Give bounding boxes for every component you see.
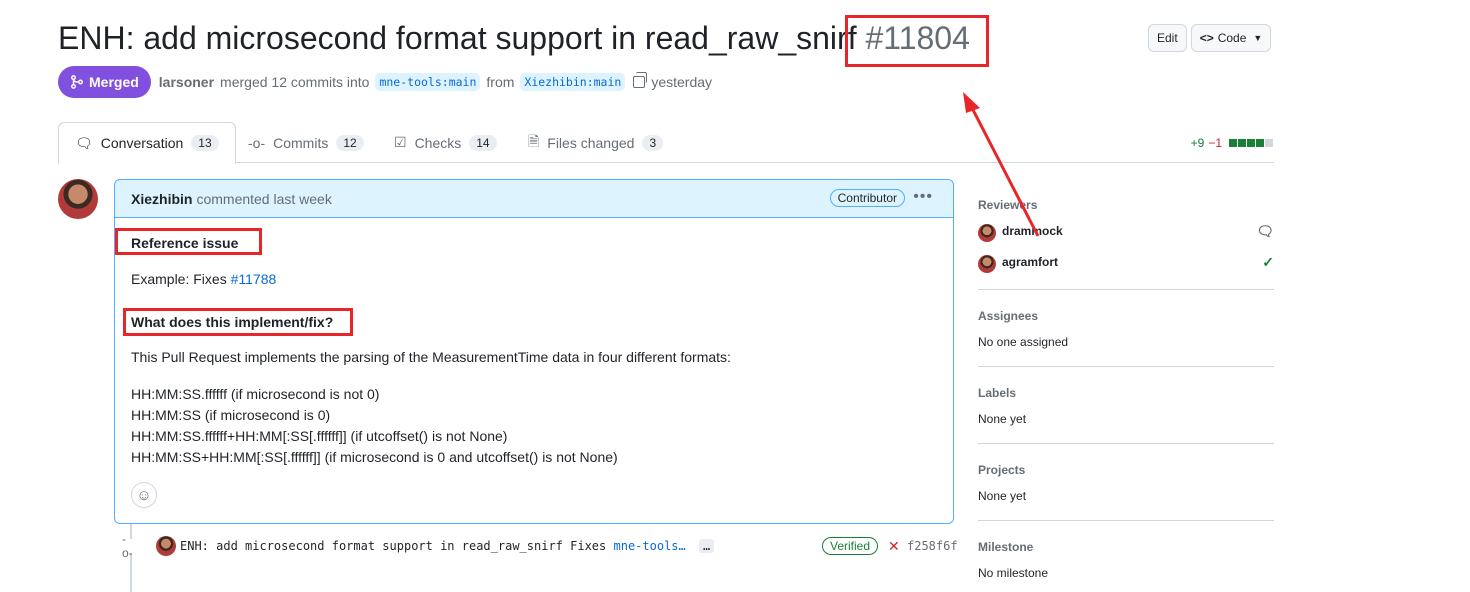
reviewer-row: drammock 🗨 [978, 222, 1274, 242]
comment-meta[interactable]: commented last week [196, 191, 331, 207]
pr-tabs: 🗨 Conversation 13 -o- Commits 12 ☑ Check… [58, 122, 1274, 164]
base-branch[interactable]: mne-tools:main [375, 73, 481, 91]
header-actions: Edit <> Code ▼ [1148, 24, 1272, 52]
reviewer-name[interactable]: drammock [1002, 224, 1063, 238]
tab-conversation-count: 13 [191, 135, 219, 151]
commit-message-text[interactable]: ENH: add microsecond format support in r… [180, 539, 606, 553]
comment-discussion-icon: 🗨 [75, 134, 93, 151]
annotation-box-pr-number [845, 15, 989, 67]
pr-title: ENH: add microsecond format support in r… [58, 20, 970, 57]
assignees-title[interactable]: Assignees [978, 309, 1274, 323]
code-icon: <> [1199, 31, 1214, 45]
sidebar-divider [978, 520, 1274, 521]
merge-time: yesterday [651, 74, 713, 90]
merged-badge: Merged [58, 66, 151, 98]
labels-title[interactable]: Labels [978, 386, 1274, 400]
format-line: HH:MM:SS+HH:MM[:SS[.ffffff]] (if microse… [131, 449, 618, 465]
labels-value: None yet [978, 412, 1027, 426]
tab-conversation-label: Conversation [100, 135, 184, 151]
merge-action: merged 12 commits into [220, 74, 370, 90]
annotation-box-implement [123, 308, 353, 336]
annotation-box-reference [115, 228, 262, 255]
commit-author-avatar[interactable] [156, 536, 176, 556]
tab-commits[interactable]: -o- Commits 12 [248, 122, 364, 163]
checklist-icon: ☑ [394, 134, 407, 150]
reviewer-avatar[interactable] [978, 224, 996, 242]
pr-title-text: ENH: add microsecond format support in r… [58, 20, 857, 56]
sidebar-divider [978, 443, 1274, 444]
tab-files-changed[interactable]: 🗎 Files changed 3 [528, 122, 664, 163]
from-text: from [486, 74, 515, 90]
pr-meta: Merged larsoner merged 12 commits into m… [58, 66, 712, 98]
commit-message-link[interactable]: mne-tools… [614, 539, 686, 553]
check-icon: ✓ [1262, 253, 1274, 270]
tab-conversation[interactable]: 🗨 Conversation 13 [58, 122, 236, 164]
tab-files-count: 3 [642, 134, 664, 151]
head-branch[interactable]: Xiezhibin:main [520, 73, 626, 91]
edit-button[interactable]: Edit [1148, 24, 1187, 52]
diffstat-bar [1229, 136, 1274, 150]
expand-commit-button[interactable]: … [698, 539, 715, 553]
example-prefix: Example: Fixes [131, 271, 227, 287]
tab-commits-count: 12 [336, 134, 364, 151]
diffstat-additions: +9 [1190, 136, 1205, 150]
assignees-value: No one assigned [978, 335, 1069, 349]
code-button-label: Code [1217, 31, 1247, 45]
comment-author[interactable]: Xiezhibin [131, 191, 192, 207]
diffstat-deletions: −1 [1208, 136, 1222, 150]
edit-button-label: Edit [1157, 31, 1178, 45]
reviewer-name[interactable]: agramfort [1002, 255, 1058, 269]
comment-header: Xiezhibin commented last week [115, 180, 953, 218]
comment-icon: 🗨 [1256, 222, 1274, 239]
diffstat: +9 −1 [1191, 136, 1274, 150]
kebab-horizontal-icon[interactable]: ••• [913, 188, 933, 206]
merge-icon [71, 75, 83, 89]
projects-value: None yet [978, 489, 1027, 503]
issue-link[interactable]: #11788 [231, 271, 277, 287]
verified-badge[interactable]: Verified [822, 537, 879, 555]
sidebar-divider [978, 366, 1274, 367]
reviewer-avatar[interactable] [978, 255, 996, 273]
merge-author[interactable]: larsoner [159, 74, 214, 90]
copy-icon[interactable] [633, 72, 648, 88]
sidebar-divider [978, 289, 1274, 290]
reviewers-title[interactable]: Reviewers [978, 198, 1274, 212]
milestone-title[interactable]: Milestone [978, 540, 1274, 554]
tab-files-label: Files changed [547, 134, 635, 151]
description-intro: This Pull Request implements the parsing… [131, 349, 731, 365]
reviewer-row: agramfort ✓ [978, 253, 1274, 273]
commit-row: -o- ENH: add microsecond format support … [122, 532, 958, 560]
merged-label: Merged [89, 74, 139, 90]
add-reaction-icon[interactable]: ☺ [131, 482, 157, 508]
tab-checks[interactable]: ☑ Checks 14 [394, 122, 497, 163]
x-icon[interactable]: ✕ [888, 538, 900, 555]
projects-title[interactable]: Projects [978, 463, 1274, 477]
format-line: HH:MM:SS.ffffff+HH:MM[:SS[.ffffff]] (if … [131, 428, 508, 444]
milestone-value: No milestone [978, 566, 1049, 580]
git-commit-icon: -o- [122, 532, 136, 560]
tab-checks-count: 14 [469, 134, 497, 151]
tab-checks-label: Checks [414, 134, 462, 151]
chevron-down-icon: ▼ [1253, 33, 1263, 43]
commit-sha[interactable]: f258f6f [907, 539, 958, 553]
format-line: HH:MM:SS.ffffff (if microsecond is not 0… [131, 386, 380, 402]
contributor-badge: Contributor [829, 189, 905, 207]
commit-message: ENH: add microsecond format support in r… [180, 539, 715, 553]
tab-commits-label: Commits [273, 134, 329, 151]
commit-icon: -o- [248, 134, 266, 151]
file-diff-icon: 🗎 [528, 132, 540, 149]
format-line: HH:MM:SS (if microsecond is 0) [131, 407, 331, 423]
example-line: Example: Fixes #11788 [131, 271, 276, 287]
comment-author-avatar[interactable] [58, 179, 98, 219]
code-button[interactable]: <> Code ▼ [1190, 24, 1272, 52]
